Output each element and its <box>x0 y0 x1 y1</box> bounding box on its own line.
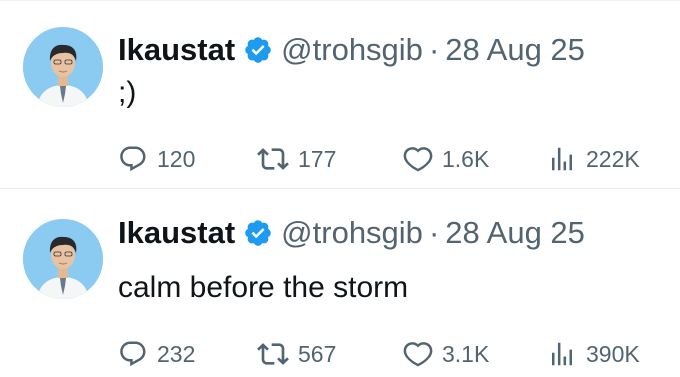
tweet-feed: Ikaustat @trohsgib · 28 Aug 25 ;) 120 17… <box>0 0 680 377</box>
reply-button[interactable]: 232 <box>118 336 195 372</box>
retweet-icon <box>257 148 289 170</box>
separator-dot: · <box>428 215 440 250</box>
views-button[interactable]: 390K <box>547 336 640 372</box>
like-count: 3.1K <box>442 340 490 367</box>
avatar[interactable] <box>23 27 103 107</box>
author-name[interactable]: Ikaustat <box>118 213 235 253</box>
heart-icon <box>403 147 433 172</box>
retweet-button[interactable]: 177 <box>257 141 336 177</box>
like-count: 1.6K <box>442 145 490 172</box>
tweet-header: Ikaustat @trohsgib · 28 Aug 25 <box>118 30 585 70</box>
separator-dot: · <box>428 32 440 67</box>
tweet-text: calm before the storm <box>118 271 409 304</box>
views-chart-icon <box>552 147 572 171</box>
author-name[interactable]: Ikaustat <box>118 30 235 70</box>
retweet-button[interactable]: 567 <box>257 336 336 372</box>
reply-count: 120 <box>157 145 196 172</box>
verified-badge-icon <box>243 218 273 248</box>
avatar[interactable] <box>23 219 103 299</box>
view-count: 222K <box>586 145 640 172</box>
author-handle[interactable]: @trohsgib <box>281 30 423 70</box>
views-button[interactable]: 222K <box>547 141 640 177</box>
like-button[interactable]: 1.6K <box>403 141 489 177</box>
heart-icon <box>403 342 433 367</box>
tweet-actions: 120 177 1.6K 222K <box>0 141 680 177</box>
tweet-header: Ikaustat @trohsgib · 28 Aug 25 <box>118 213 585 253</box>
view-count: 390K <box>586 340 640 367</box>
like-button[interactable]: 3.1K <box>403 336 489 372</box>
tweet[interactable]: Ikaustat @trohsgib · 28 Aug 25 calm befo… <box>0 189 680 377</box>
reply-count: 232 <box>157 340 196 367</box>
tweet-text: ;) <box>118 76 137 109</box>
views-chart-icon <box>552 342 572 366</box>
author-handle[interactable]: @trohsgib <box>281 213 423 253</box>
reply-button[interactable]: 120 <box>118 141 195 177</box>
retweet-count: 567 <box>298 340 337 367</box>
tweet[interactable]: Ikaustat @trohsgib · 28 Aug 25 ;) 120 17… <box>0 0 680 188</box>
retweet-count: 177 <box>298 145 337 172</box>
verified-badge-icon <box>243 35 273 65</box>
reply-icon <box>120 146 146 172</box>
tweet-date[interactable]: 28 Aug 25 <box>445 30 585 70</box>
reply-icon <box>120 341 146 367</box>
tweet-date[interactable]: 28 Aug 25 <box>445 213 585 253</box>
retweet-icon <box>257 343 289 365</box>
tweet-actions: 232 567 3.1K 390K <box>0 336 680 372</box>
